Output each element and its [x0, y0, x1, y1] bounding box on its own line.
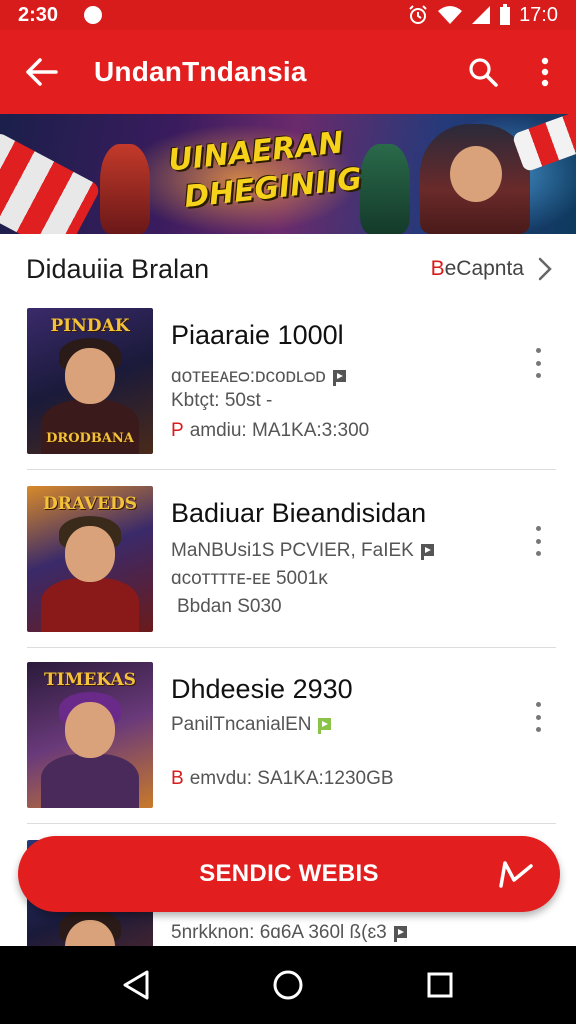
game-name: Badiuar Bieandisidan — [171, 498, 427, 528]
game-meta: 5nrkknon: 6ɑ6A 360l ß(ɛ3 — [171, 922, 408, 944]
game-name: Piaaraie 1000l — [171, 320, 344, 350]
flag-icon — [420, 543, 434, 560]
thumb-figure — [41, 578, 139, 632]
thumb-figure — [65, 702, 115, 758]
status-icons: 17:0 — [407, 4, 558, 27]
wifi-icon — [438, 6, 463, 24]
game-meta-size: Bemvdu: SA1KA:1230GB — [171, 768, 394, 789]
thumb-subtitle: DRODBANA — [46, 431, 134, 446]
flag-icon — [332, 369, 346, 386]
see-more-link[interactable]: BeCapnta — [431, 257, 524, 281]
game-meta: PanilTncanialEN — [171, 714, 332, 736]
battery-icon — [500, 4, 511, 25]
game-thumbnail: TIMEKAS — [27, 662, 153, 808]
game-thumbnail: DRAVEDS — [27, 486, 153, 632]
nav-back-button[interactable] — [106, 955, 166, 1015]
signal-icon — [472, 6, 491, 24]
app-title: UndanTndansia — [94, 56, 307, 87]
list-item[interactable]: TIMEKAS Dhdeesie 2930 PanilTncanialEN Be… — [0, 658, 576, 824]
item-more-button[interactable] — [528, 702, 548, 732]
thumb-title: DRAVEDS — [43, 494, 137, 514]
thumb-figure — [41, 754, 139, 808]
notification-dot-icon — [84, 6, 103, 24]
nav-recents-icon — [427, 972, 453, 998]
flag-icon — [393, 925, 407, 942]
nav-home-button[interactable] — [258, 955, 318, 1015]
system-nav-bar — [0, 946, 576, 1024]
divider — [27, 469, 556, 470]
item-more-button[interactable] — [528, 348, 548, 378]
flag-icon — [318, 717, 332, 734]
game-thumbnail: PINDAK DRODBANA — [27, 308, 153, 454]
game-name: Dhdeesie 2930 — [171, 674, 353, 704]
chevron-right-icon[interactable] — [538, 257, 552, 281]
thumb-figure — [65, 526, 115, 582]
fab-label: SENDIC WEBIS — [199, 860, 379, 887]
game-meta: Kbtçt: 50st - — [171, 390, 273, 411]
status-time: 2:30 — [18, 3, 59, 26]
banner-character — [100, 144, 150, 234]
game-meta-size: Bbdan S030 — [177, 596, 282, 617]
nav-recents-button[interactable] — [410, 955, 470, 1015]
app-bar: UndanTndansia — [0, 30, 576, 114]
game-meta: ɑᴏᴛᴇᴇᴀᴇᴑ:ᴅᴄᴏᴅʟᴑᴅ — [171, 366, 347, 388]
section-header: Didauiia Bralan BeCapnta — [0, 234, 576, 304]
status-bar: 2:30 17:0 — [0, 0, 576, 30]
banner-striped-cone — [0, 130, 102, 234]
search-icon — [469, 58, 498, 87]
back-button[interactable] — [0, 30, 82, 114]
item-more-button[interactable] — [528, 526, 548, 556]
divider — [27, 647, 556, 648]
section-title: Didauiia Bralan — [26, 253, 210, 284]
arrow-back-icon — [26, 58, 58, 86]
nav-home-icon — [273, 970, 303, 1000]
game-meta: MaNBUsi1S PCVIER, FaIEK — [171, 540, 435, 562]
status-clock-right: 17:0 — [519, 3, 558, 26]
overflow-menu-button[interactable] — [514, 30, 576, 114]
game-meta-size: Pamdiu: MA1KA:3:300 — [171, 420, 370, 441]
thumb-title: TIMEKAS — [44, 670, 136, 690]
list-item[interactable]: DRAVEDS Badiuar Bieandisidan MaNBUsi1S P… — [0, 482, 576, 648]
send-webis-button[interactable]: SENDIC WEBIS — [18, 836, 560, 912]
nav-back-icon — [123, 970, 149, 1000]
search-button[interactable] — [452, 30, 514, 114]
send-icon — [499, 861, 533, 888]
list-item[interactable]: PINDAK DRODBANA Piaaraie 1000l ɑᴏᴛᴇᴇᴀᴇᴑ:… — [0, 304, 576, 470]
thumb-figure — [65, 348, 115, 404]
promo-banner[interactable]: UINAERAN DHEGINIIG — [0, 114, 576, 234]
divider — [27, 823, 556, 824]
alarm-icon — [409, 5, 427, 24]
thumb-title: PINDAK — [50, 316, 130, 336]
game-meta: ɑᴄᴏᴛᴛᴛᴛᴇ-ᴇᴇ 5001ᴋ — [171, 568, 328, 589]
more-vert-icon — [541, 57, 549, 87]
